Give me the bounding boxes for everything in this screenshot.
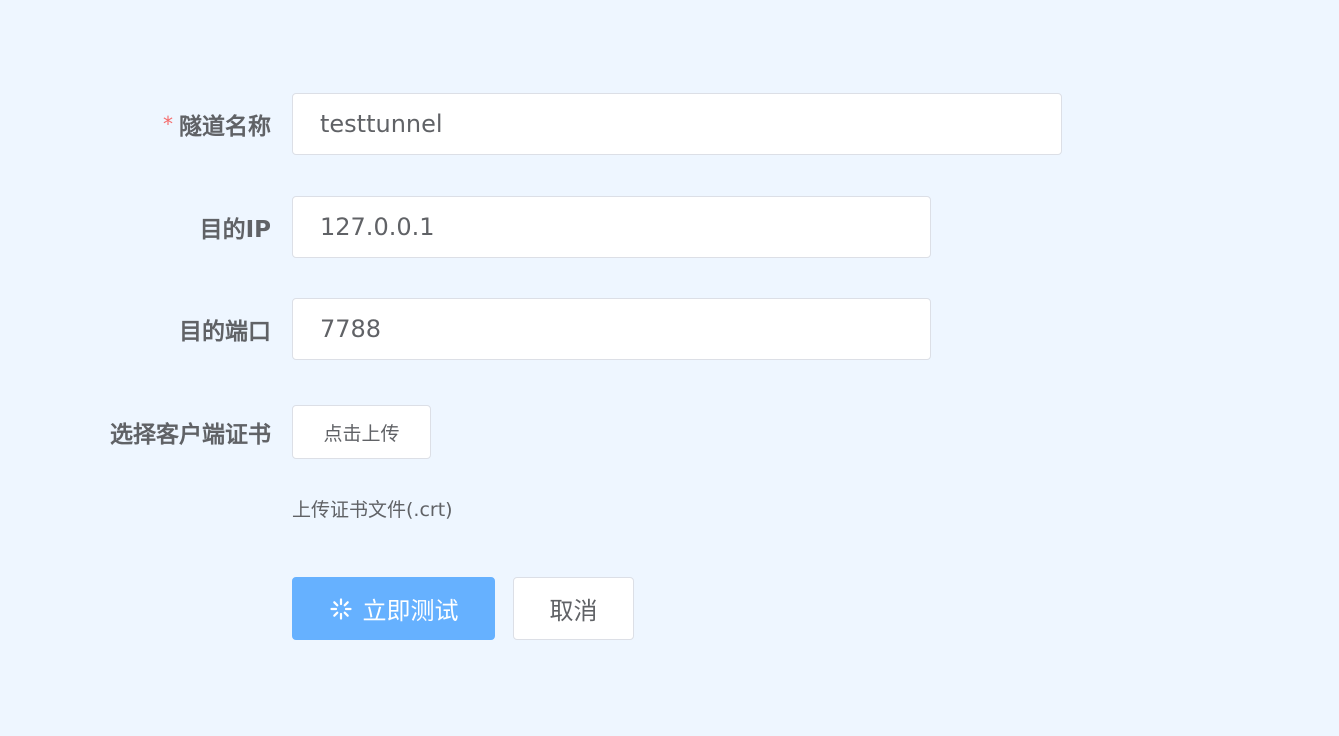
upload-button[interactable]: 点击上传	[292, 405, 431, 459]
tunnel-name-label-text: 隧道名称	[179, 114, 271, 140]
loading-icon	[329, 597, 353, 621]
cancel-label: 取消	[549, 597, 598, 625]
test-now-button[interactable]: 立即测试	[292, 577, 495, 640]
tunnel-name-label: * 隧道名称	[163, 93, 271, 155]
upload-button-label: 点击上传	[323, 422, 400, 445]
tunnel-name-input[interactable]	[292, 93, 1062, 155]
dest-ip-label: 目的IP	[200, 196, 271, 258]
dest-port-label: 目的端口	[179, 298, 271, 360]
required-asterisk: *	[163, 112, 173, 136]
dest-ip-label-text: 目的IP	[199, 217, 271, 243]
dest-port-input[interactable]	[292, 298, 931, 360]
dest-ip-input[interactable]	[292, 196, 931, 258]
dest-port-label-text: 目的端口	[179, 319, 271, 345]
upload-tip: 上传证书文件(.crt)	[292, 498, 453, 521]
cancel-button[interactable]: 取消	[513, 577, 634, 640]
test-now-label: 立即测试	[362, 597, 459, 625]
client-cert-label: 选择客户端证书	[110, 401, 271, 463]
client-cert-label-text: 选择客户端证书	[110, 422, 271, 448]
